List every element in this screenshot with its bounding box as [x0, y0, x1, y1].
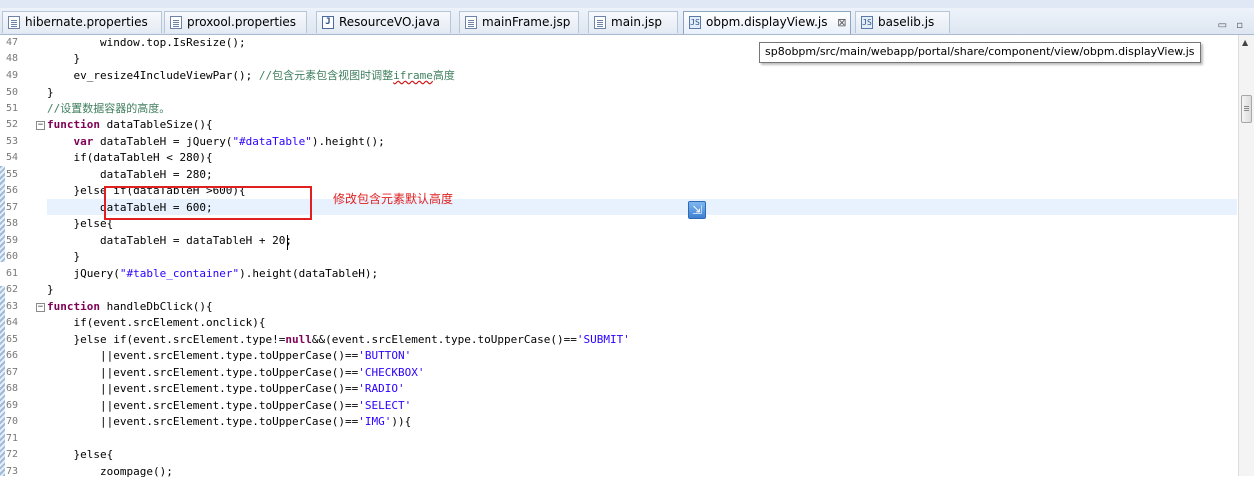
line-number: 64: [6, 317, 19, 328]
line-number: 72: [6, 449, 19, 460]
tab-label: hibernate.properties: [25, 15, 148, 29]
tab-label: main.jsp: [611, 15, 662, 29]
code-editor[interactable]: 47 48 49 50 51 52 53 54 55 56 57 58 59 6…: [0, 35, 1238, 478]
vertical-scrollbar[interactable]: ▲: [1238, 35, 1254, 476]
tab-proxool-properties[interactable]: proxool.properties: [164, 11, 307, 33]
file-path-tooltip: sp8obpm/src/main/webapp/portal/share/com…: [759, 42, 1201, 63]
code-line: function handleDbClick(){: [47, 300, 213, 313]
window-controls[interactable]: ▭ ▫: [1218, 20, 1246, 31]
code-line: if(dataTableH < 280){: [47, 151, 213, 164]
code-line: if(event.srcElement.onclick){: [47, 316, 266, 329]
java-file-icon: J: [322, 16, 334, 29]
tab-label: baselib.js: [878, 15, 935, 29]
code-line: function dataTableSize(){: [47, 118, 213, 131]
fold-collapse-icon[interactable]: −: [36, 303, 45, 312]
code-line: zoompage();: [47, 465, 173, 478]
code-line: //设置数据容器的高度。: [47, 102, 171, 115]
scrollbar-thumb[interactable]: [1241, 95, 1252, 123]
code-line: }else{: [47, 448, 114, 461]
tab-obpm-displayview-js[interactable]: JS obpm.displayView.js ⊠: [683, 11, 851, 34]
annotation-note: 修改包含元素默认高度: [333, 192, 454, 206]
line-number: 60: [6, 251, 19, 262]
line-number: 71: [6, 433, 19, 444]
line-number: 61: [6, 268, 19, 279]
line-number: 53: [6, 136, 19, 147]
line-number: 50: [6, 87, 19, 98]
change-ruler: [0, 35, 5, 476]
line-number: 57: [6, 202, 19, 213]
code-line: }else if(event.srcElement.type!=null&&(e…: [47, 333, 630, 346]
line-number: 68: [6, 383, 19, 394]
code-line: ev_resize4IncludeViewPar(); //包含元素包含视图时调…: [47, 69, 455, 82]
resize-arrow-icon[interactable]: ⇲: [688, 201, 706, 219]
tab-mainframe-jsp[interactable]: mainFrame.jsp: [459, 11, 579, 33]
code-line: ||event.srcElement.type.toUpperCase()=='…: [47, 349, 412, 362]
line-number: 73: [6, 466, 19, 477]
tab-label: mainFrame.jsp: [482, 15, 571, 29]
line-number: 56: [6, 185, 19, 196]
line-number: 58: [6, 218, 19, 229]
code-line: }: [47, 250, 81, 263]
fold-collapse-icon[interactable]: −: [36, 121, 45, 130]
tab-label: ResourceVO.java: [339, 15, 440, 29]
text-cursor: [287, 235, 288, 250]
line-number: 54: [6, 152, 19, 163]
code-line: var dataTableH = jQuery("#dataTable").he…: [47, 135, 385, 148]
js-file-icon: JS: [689, 16, 701, 29]
tab-label: obpm.displayView.js: [706, 15, 828, 29]
change-marker: [0, 166, 5, 262]
line-number: 59: [6, 235, 19, 246]
line-number: 47: [6, 37, 19, 48]
close-tab-icon[interactable]: ⊠: [837, 12, 846, 33]
properties-file-icon: [8, 16, 20, 29]
line-number: 67: [6, 367, 19, 378]
scroll-up-arrow-icon[interactable]: ▲: [1242, 38, 1248, 47]
highlight-annotation-box: [104, 186, 312, 220]
code-line: ||event.srcElement.type.toUpperCase()=='…: [47, 399, 412, 412]
properties-file-icon: [170, 16, 182, 29]
code-line: }: [47, 52, 81, 65]
js-file-icon: JS: [861, 16, 873, 29]
line-number: 62: [6, 284, 19, 295]
code-line: jQuery("#table_container").height(dataTa…: [47, 267, 379, 280]
change-marker: [0, 286, 5, 476]
line-number: 49: [6, 70, 19, 81]
code-line: ||event.srcElement.type.toUpperCase()=='…: [47, 382, 405, 395]
code-text-area[interactable]: window.top.IsResize(); } ev_resize4Inclu…: [47, 35, 1237, 478]
editor-tab-bar: hibernate.properties proxool.properties …: [0, 8, 1254, 35]
code-line: window.top.IsResize();: [47, 36, 246, 49]
line-number: 52: [6, 119, 19, 130]
line-number: 63: [6, 301, 19, 312]
line-number: 51: [6, 103, 19, 114]
line-number: 66: [6, 350, 19, 361]
code-line: }: [47, 283, 54, 296]
line-number: 55: [6, 169, 19, 180]
line-number-gutter: 47 48 49 50 51 52 53 54 55 56 57 58 59 6…: [6, 35, 45, 477]
code-line: ||event.srcElement.type.toUpperCase()=='…: [47, 415, 412, 428]
jsp-file-icon: [594, 16, 606, 29]
line-number: 69: [6, 400, 19, 411]
line-number: 70: [6, 416, 19, 427]
tab-label: proxool.properties: [187, 15, 297, 29]
tab-resourcevo-java[interactable]: J ResourceVO.java: [316, 11, 451, 33]
code-line: dataTableH = dataTableH + 20;: [47, 234, 293, 247]
tab-hibernate-properties[interactable]: hibernate.properties: [2, 11, 162, 33]
tab-main-jsp[interactable]: main.jsp: [588, 11, 678, 33]
code-line: dataTableH = 280;: [47, 168, 213, 181]
code-line: }: [47, 86, 54, 99]
line-number: 65: [6, 334, 19, 345]
code-line: ||event.srcElement.type.toUpperCase()=='…: [47, 366, 425, 379]
line-number: 48: [6, 53, 19, 64]
tab-baselib-js[interactable]: JS baselib.js: [855, 11, 950, 33]
jsp-file-icon: [465, 16, 477, 29]
